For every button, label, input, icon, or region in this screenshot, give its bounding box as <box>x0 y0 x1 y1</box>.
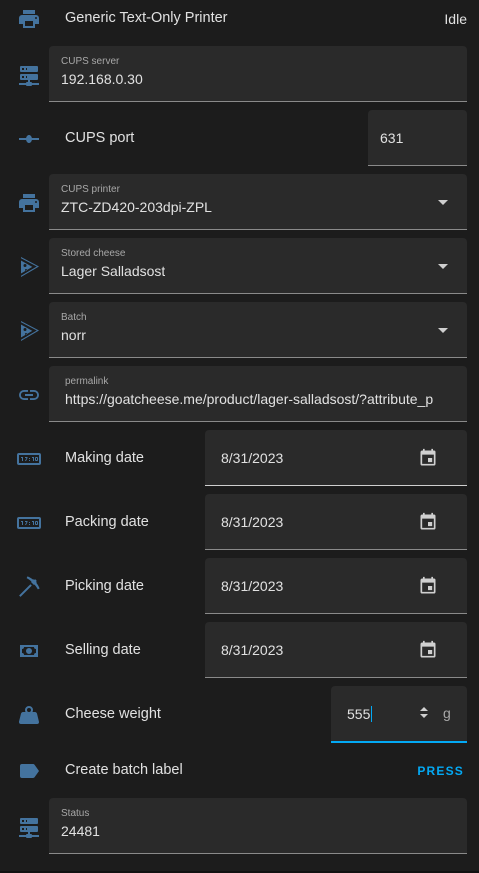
clock-digital-icon <box>17 511 41 535</box>
cheese-icon <box>17 255 41 279</box>
printer-name[interactable]: Generic Text-Only Printer <box>65 10 228 26</box>
calendar-icon[interactable] <box>418 512 438 532</box>
press-button[interactable]: PRESS <box>417 764 464 778</box>
printer-icon <box>17 7 41 31</box>
printer-icon <box>17 191 41 215</box>
picking-date-value[interactable]: 8/31/2023 <box>221 578 283 594</box>
picking-date-input[interactable]: 8/31/2023 <box>205 558 467 614</box>
dropdown-arrow-icon[interactable] <box>438 328 448 333</box>
ray-vertex-icon <box>17 127 41 151</box>
cash-icon <box>17 639 41 663</box>
printer-state: Idle <box>444 11 467 27</box>
label-icon <box>17 759 41 783</box>
cheese-weight-unit: g <box>443 705 451 721</box>
server-network-icon <box>17 63 41 87</box>
batch-select[interactable]: Batch norr <box>49 302 467 358</box>
stored-cheese-value: Lager Salladsost <box>61 263 166 279</box>
number-spinner[interactable] <box>419 706 431 720</box>
cups-printer-label: CUPS printer <box>61 184 120 195</box>
text-caret <box>371 706 373 722</box>
cups-port-field[interactable]: 631 <box>368 110 467 166</box>
dropdown-arrow-icon[interactable] <box>438 264 448 269</box>
pickaxe-icon <box>17 575 41 599</box>
picking-date-label: Picking date <box>65 578 144 594</box>
status-label: Status <box>61 808 90 819</box>
permalink-field[interactable]: permalink https://goatcheese.me/product/… <box>49 366 467 422</box>
packing-date-label: Packing date <box>65 514 149 530</box>
selling-date-label: Selling date <box>65 642 141 658</box>
create-batch-label-text: Create batch label <box>65 762 183 778</box>
permalink-value[interactable]: https://goatcheese.me/product/lager-sall… <box>65 391 457 407</box>
status-value[interactable]: 24481 <box>61 823 100 839</box>
permalink-label: permalink <box>65 376 109 387</box>
cups-server-field[interactable]: CUPS server 192.168.0.30 <box>49 46 467 102</box>
selling-date-input[interactable]: 8/31/2023 <box>205 622 467 678</box>
entities-card: Generic Text-Only Printer Idle CUPS serv… <box>0 0 479 873</box>
cups-port-label: CUPS port <box>65 130 135 146</box>
weight-icon <box>17 703 41 727</box>
stored-cheese-select[interactable]: Stored cheese Lager Salladsost <box>49 238 467 294</box>
spin-down-icon[interactable] <box>420 714 428 718</box>
calendar-icon[interactable] <box>418 576 438 596</box>
cheese-icon <box>17 319 41 343</box>
packing-date-input[interactable]: 8/31/2023 <box>205 494 467 550</box>
status-field[interactable]: Status 24481 <box>49 798 467 854</box>
calendar-icon[interactable] <box>418 640 438 660</box>
server-network-icon <box>17 815 41 839</box>
clock-digital-icon <box>17 447 41 471</box>
making-date-value[interactable]: 8/31/2023 <box>221 450 283 466</box>
cups-port-value[interactable]: 631 <box>380 130 403 146</box>
link-icon <box>17 383 41 407</box>
cups-server-value[interactable]: 192.168.0.30 <box>61 71 143 87</box>
stored-cheese-label: Stored cheese <box>61 248 126 259</box>
batch-value: norr <box>61 327 86 343</box>
cheese-weight-label: Cheese weight <box>65 706 161 722</box>
making-date-input[interactable]: 8/31/2023 <box>205 430 467 486</box>
calendar-icon[interactable] <box>418 448 438 468</box>
making-date-label: Making date <box>65 450 144 466</box>
selling-date-value[interactable]: 8/31/2023 <box>221 642 283 658</box>
cups-server-label: CUPS server <box>61 56 120 67</box>
cheese-weight-value[interactable]: 555 <box>347 706 370 722</box>
packing-date-value[interactable]: 8/31/2023 <box>221 514 283 530</box>
spin-up-icon[interactable] <box>420 707 428 711</box>
dropdown-arrow-icon[interactable] <box>438 200 448 205</box>
cups-printer-value: ZTC-ZD420-203dpi-ZPL <box>61 199 212 215</box>
batch-label: Batch <box>61 312 87 323</box>
cheese-weight-input[interactable]: 555 g <box>331 686 467 743</box>
cups-printer-select[interactable]: CUPS printer ZTC-ZD420-203dpi-ZPL <box>49 174 467 230</box>
